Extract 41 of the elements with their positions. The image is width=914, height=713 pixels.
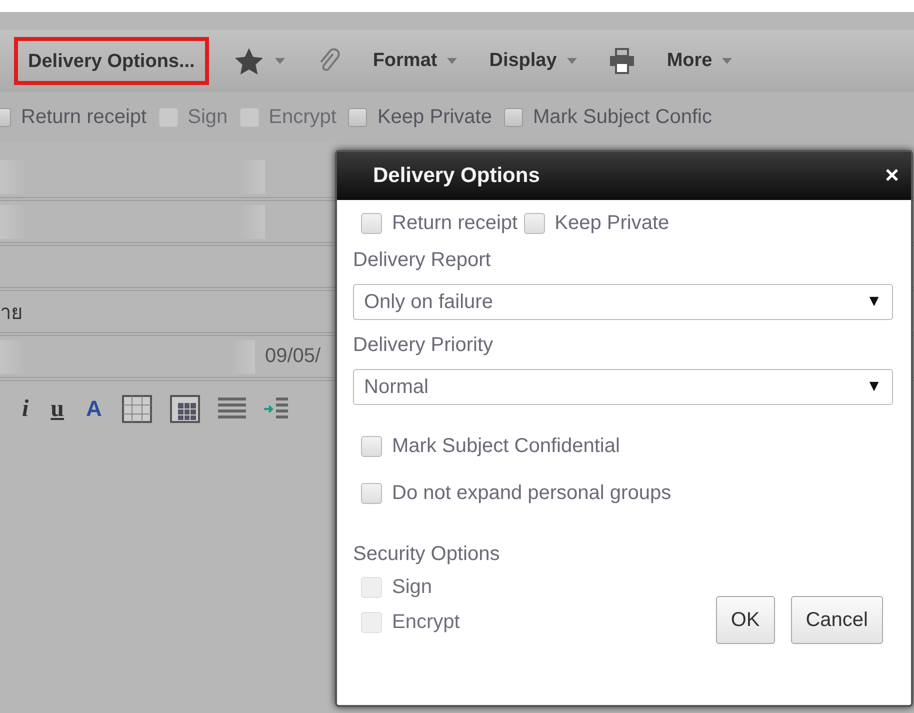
checkbox-option[interactable]: Mark Subject Confic [504, 106, 712, 128]
close-button[interactable]: × [884, 162, 899, 190]
subject-text: าย [0, 300, 23, 326]
checkbox-option[interactable]: Return receipt [361, 212, 518, 235]
section-label: Security Options [353, 543, 501, 566]
checkbox-option[interactable]: Return receipt [0, 106, 147, 128]
checkbox-option[interactable]: Mark Subject Confidential [361, 435, 893, 458]
checkbox-option[interactable]: Keep Private [348, 106, 492, 128]
caret-icon [566, 58, 577, 64]
menu-button[interactable]: Format [366, 50, 464, 72]
checkbox[interactable] [361, 483, 382, 504]
field-label: Delivery Report [353, 249, 492, 272]
dialog-title: Delivery Options [373, 164, 540, 188]
menu-button[interactable]: Display [483, 50, 583, 72]
checkbox-option[interactable]: Do not expand personal groups [361, 482, 893, 505]
text-color-button[interactable]: A [84, 396, 104, 422]
checkbox[interactable] [361, 213, 382, 234]
underline-button[interactable]: u [48, 396, 66, 422]
checkbox-option[interactable]: Keep Private [524, 212, 670, 235]
caret-icon [722, 58, 732, 64]
star-icon [234, 48, 263, 74]
checkbox[interactable] [361, 436, 382, 457]
field-label: Delivery Priority [353, 334, 494, 357]
italic-button[interactable]: i [20, 396, 31, 422]
date-text: 09/05/ [265, 345, 321, 368]
dropdown[interactable]: Only on failure ▼ [353, 284, 893, 320]
ok-button[interactable]: OK [716, 596, 775, 644]
menu-button[interactable]: More [660, 50, 738, 72]
printer-icon [608, 48, 635, 74]
indent-icon [264, 397, 288, 421]
caret-icon [447, 58, 458, 64]
checkbox[interactable] [524, 213, 545, 234]
checkbox[interactable] [348, 108, 368, 126]
checkbox[interactable] [504, 108, 523, 126]
cancel-button[interactable]: Cancel [790, 596, 883, 644]
table-properties-icon [170, 395, 200, 423]
caret-icon [274, 58, 285, 64]
delivery-options-button[interactable]: Delivery Options... [14, 37, 209, 85]
table-icon [122, 395, 152, 423]
dropdown[interactable]: Normal ▼ [353, 369, 893, 405]
justify-icon [218, 397, 246, 421]
